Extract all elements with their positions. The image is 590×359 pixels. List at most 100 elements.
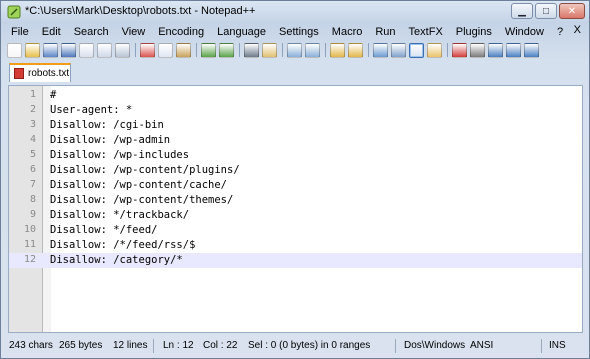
tab-robots-txt[interactable]: robots.txt (9, 63, 71, 82)
notepadpp-window: *C:\Users\Mark\Desktop\robots.txt - Note… (0, 0, 590, 359)
menu-textfx[interactable]: TextFX (401, 26, 448, 38)
menu-language[interactable]: Language (209, 26, 271, 38)
save-all-icon[interactable] (61, 42, 76, 58)
line-number: 7 (29, 179, 36, 190)
status-encoding: ANSI (470, 340, 494, 351)
status-column: Col : 22 (203, 340, 238, 351)
new-file-icon[interactable] (7, 42, 22, 58)
status-lines: 12 lines (113, 340, 148, 351)
editor-line[interactable]: 2 User-agent: * (9, 103, 582, 118)
title-bar[interactable]: *C:\Users\Mark\Desktop\robots.txt - Note… (1, 1, 589, 23)
status-eol-format: Dos\Windows (404, 340, 466, 351)
toolbar (3, 41, 587, 59)
zoom-out-icon[interactable] (305, 42, 320, 58)
toolbar-separator (325, 43, 326, 57)
editor-line[interactable]: 3 Disallow: /cgi-bin (9, 118, 582, 133)
copy-icon[interactable] (158, 42, 173, 58)
file-modified-icon (14, 68, 24, 79)
undo-icon[interactable] (201, 42, 216, 58)
line-number: 3 (29, 119, 36, 130)
menu-encoding[interactable]: Encoding (150, 26, 209, 38)
line-text: User-agent: * (50, 104, 133, 116)
redo-icon[interactable] (219, 42, 234, 58)
editor-line[interactable]: 9 Disallow: */trackback/ (9, 208, 582, 223)
editor-lines: 1 #2 User-agent: * 3 Disallow: /cgi-bin 4 Disa… (9, 88, 582, 268)
status-divider (541, 339, 542, 353)
close-all-icon[interactable] (97, 42, 112, 58)
toolbar-separator (135, 43, 136, 57)
menu-run[interactable]: Run (367, 26, 400, 38)
line-number: 10 (23, 224, 36, 235)
close-document-button[interactable]: X (574, 24, 581, 36)
playback-macro-icon[interactable] (488, 42, 503, 58)
status-selection: Sel : 0 (0 bytes) in 0 ranges (248, 340, 371, 351)
line-text: Disallow: /wp-content/plugins/ (50, 164, 240, 176)
editor-line[interactable]: 10 Disallow: */feed/ (9, 223, 582, 238)
line-text: Disallow: /cgi-bin (50, 119, 164, 131)
status-divider (395, 339, 396, 353)
text-editor[interactable]: 1 #2 User-agent: * 3 Disallow: /cgi-bin 4 Disa… (8, 85, 583, 333)
line-text: Disallow: /category/* (50, 254, 183, 266)
menu-file[interactable]: File (3, 26, 34, 38)
line-text: Disallow: /wp-content/cache/ (50, 179, 228, 191)
word-wrap-icon[interactable] (373, 42, 388, 58)
editor-line[interactable]: 4 Disallow: /wp-admin (9, 133, 582, 148)
tab-label: robots.txt (28, 68, 70, 79)
maximize-button[interactable]: □ (535, 3, 557, 19)
menu-window[interactable]: Window (497, 26, 549, 38)
indent-guide-icon[interactable] (409, 42, 424, 58)
line-text: Disallow: /wp-admin (50, 134, 171, 146)
status-insert-mode: INS (549, 340, 566, 351)
close-button[interactable]: ✕ (559, 3, 585, 19)
editor-line[interactable]: 11 Disallow: /*/feed/rss/$ (9, 238, 582, 253)
editor-line[interactable]: 12 Disallow: /category/* (9, 253, 582, 268)
notepadpp-app-icon (7, 5, 21, 19)
line-number: 12 (23, 254, 36, 265)
print-icon[interactable] (115, 42, 130, 58)
record-macro-icon[interactable] (452, 42, 467, 58)
line-text: Disallow: /wp-content/themes/ (50, 194, 234, 206)
save-icon[interactable] (43, 42, 58, 58)
cut-icon[interactable] (140, 42, 155, 58)
menu-edit[interactable]: Edit (34, 26, 66, 38)
line-number: 8 (29, 194, 36, 205)
line-number: 11 (23, 239, 36, 250)
editor-line[interactable]: 8 Disallow: /wp-content/themes/ (9, 193, 582, 208)
toolbar-separator (282, 43, 283, 57)
editor-line[interactable]: 5 Disallow: /wp-includes (9, 148, 582, 163)
line-number: 1 (29, 89, 36, 100)
sync-vertical-icon[interactable] (330, 42, 345, 58)
menu-view[interactable]: View (114, 26, 151, 38)
line-text: Disallow: /wp-includes (50, 149, 190, 161)
save-macro-icon[interactable] (524, 42, 539, 58)
close-file-icon[interactable] (79, 42, 94, 58)
run-macro-multiple-icon[interactable] (506, 42, 521, 58)
find-icon[interactable] (244, 42, 259, 58)
window-title: *C:\Users\Mark\Desktop\robots.txt - Note… (25, 5, 256, 17)
sync-horizontal-icon[interactable] (348, 42, 363, 58)
toolbar-separator (368, 43, 369, 57)
line-text: Disallow: /*/feed/rss/$ (50, 239, 196, 251)
menu-search[interactable]: Search (66, 26, 114, 38)
replace-icon[interactable] (262, 42, 277, 58)
menu-bar: File Edit Search View Encoding Language … (3, 24, 587, 40)
line-number: 2 (29, 104, 36, 115)
minimize-button[interactable]: ▁ (511, 3, 533, 19)
menu-settings[interactable]: Settings (271, 26, 324, 38)
editor-line[interactable]: 1 # (9, 88, 582, 103)
open-file-icon[interactable] (25, 42, 40, 58)
paste-icon[interactable] (176, 42, 191, 58)
status-line-number: Ln : 12 (163, 340, 194, 351)
show-all-chars-icon[interactable] (391, 42, 406, 58)
editor-line[interactable]: 6 Disallow: /wp-content/plugins/ (9, 163, 582, 178)
zoom-in-icon[interactable] (287, 42, 302, 58)
toolbar-separator (196, 43, 197, 57)
menu-macro[interactable]: Macro (324, 26, 368, 38)
stop-record-icon[interactable] (470, 42, 485, 58)
menu-help[interactable]: ? (549, 26, 568, 38)
status-divider (153, 339, 154, 353)
editor-line[interactable]: 7 Disallow: /wp-content/cache/ (9, 178, 582, 193)
menu-plugins[interactable]: Plugins (448, 26, 497, 38)
user-lang-icon[interactable] (427, 42, 442, 58)
line-text: # (50, 89, 57, 101)
